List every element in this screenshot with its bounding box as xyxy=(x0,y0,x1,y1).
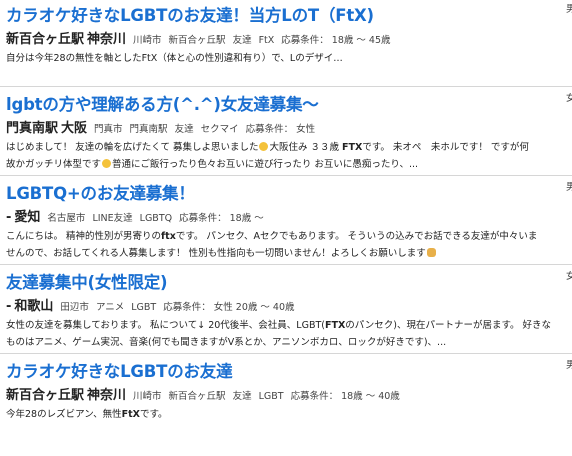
excerpt-text: です。 xyxy=(140,409,168,420)
post-card[interactable]: 友達募集中(女性限定) - 和歌山 田辺市 アニメ LGBT 応募条件： 女性 20歳 〜 … xyxy=(0,267,572,356)
post-meta: - 愛知 名古屋市 LINE友達 LGBTQ 応募条件： 18歳 〜 xyxy=(6,206,264,225)
excerpt-text: のパンセク)、現在パートナーが居ます。 好きな xyxy=(345,320,552,331)
excerpt-text: 女性の友達を募集しております。 私について↓ 20代後半、会社員、LGBT( xyxy=(6,320,325,331)
post-station: 新百合ヶ丘駅 xyxy=(6,32,85,47)
post-prefecture: 神奈川 xyxy=(87,388,127,403)
excerpt-line: ものはアニメ、ゲーム実況、音楽(何でも聞きますがV系とか、アニソンボカロ、ロック… xyxy=(6,335,572,352)
post-card[interactable]: カラオケ好きなLGBTのお友達 新百合ヶ丘駅 神奈川 川崎市 新百合ヶ丘駅 友達 LGBT 応… xyxy=(0,356,572,445)
excerpt-text: 故かガッチリ体型です xyxy=(6,158,102,170)
post-tag: 門真南駅 xyxy=(129,124,168,135)
post-meta: - 和歌山 田辺市 アニメ LGBT 応募条件： 女性 20歳 〜 40歳 xyxy=(6,295,295,314)
post-title-link[interactable]: カラオケ好きなLGBTのお友達 xyxy=(6,358,233,382)
post-station: - xyxy=(6,299,12,314)
post-meta: 新百合ヶ丘駅 神奈川 川崎市 新百合ヶ丘駅 友達 LGBT 応募条件： 18歳 〜 40歳 xyxy=(6,384,400,403)
post-tag: 友達 xyxy=(232,391,252,402)
post-station: - xyxy=(6,210,12,225)
excerpt-text: こんにちは。 精神的性別が男寄りの xyxy=(6,231,162,242)
post-title-link[interactable]: lgbtの方や理解ある方(^.^)女友達募集〜 xyxy=(6,91,319,115)
post-tag: 新百合ヶ丘駅 xyxy=(168,391,226,402)
post-tag: 応募条件： 女性 xyxy=(245,124,316,135)
post-gender-marker: 男 xyxy=(566,182,572,193)
post-tag: 応募条件： 18歳 〜 xyxy=(179,213,264,224)
post-gender-marker: 女 xyxy=(566,93,572,104)
post-tag: 名古屋市 xyxy=(47,213,86,224)
post-gender-marker: 男 xyxy=(566,360,572,371)
post-excerpt: はじめまして！ 友達の輪を広げたくて 募集しよ思いました 大阪住み ３３歳 FTX… xyxy=(6,140,572,173)
excerpt-keyword: FtX xyxy=(121,409,140,420)
post-tag: 応募条件： 18歳 〜 45歳 xyxy=(281,35,391,46)
page: { "posts": [ { "title": "カラオケ好きなLGBTのお友達… xyxy=(0,0,572,456)
post-prefecture: 神奈川 xyxy=(87,32,127,47)
excerpt-line: はじめまして！ 友達の輪を広げたくて 募集しよ思いました 大阪住み ３３歳 FTX… xyxy=(6,140,572,157)
excerpt-line: せんので、お話してくれる人募集します！ 性別も性指向も一切問いません！よろしくお… xyxy=(6,246,572,263)
excerpt-keyword: FTX xyxy=(342,142,363,153)
post-tag: 門真市 xyxy=(94,124,123,135)
post-card[interactable]: カラオケ好きなLGBTのお友達！当方LのT（FtX) 新百合ヶ丘駅 神奈川 川崎市 新百… xyxy=(0,0,572,89)
post-divider xyxy=(0,353,572,354)
excerpt-text: 自分は今年28の無性を軸としたFtX（体と心の性別違和有り）で、Lのデザイ… xyxy=(6,53,343,64)
post-tag: 新百合ヶ丘駅 xyxy=(168,35,226,46)
post-excerpt: 女性の友達を募集しております。 私について↓ 20代後半、会社員、LGBT(FT… xyxy=(6,318,572,351)
excerpt-line: 故かガッチリ体型です 普通にご飯行ったり色々お互いに遊び行ったり お互いに愚痴った… xyxy=(6,157,572,174)
post-divider xyxy=(0,264,572,265)
post-tag: 友達 xyxy=(174,124,194,135)
post-card[interactable]: lgbtの方や理解ある方(^.^)女友達募集〜 門真南駅 大阪 門真市 門真南駅 友達 セク… xyxy=(0,89,572,178)
post-tag: 応募条件： 18歳 〜 40歳 xyxy=(290,391,400,402)
excerpt-text: です。 未オペ 未ホルです！ ですが何 xyxy=(362,142,529,153)
excerpt-text: 大阪住み ３３歳 xyxy=(269,142,343,153)
post-tag: セクマイ xyxy=(200,124,239,135)
post-prefecture: 和歌山 xyxy=(14,299,54,314)
post-excerpt: 自分は今年28の無性を軸としたFtX（体と心の性別違和有り）で、Lのデザイ… xyxy=(6,51,572,68)
post-meta: 門真南駅 大阪 門真市 門真南駅 友達 セクマイ 応募条件： 女性 xyxy=(6,117,316,136)
post-divider xyxy=(0,86,572,87)
post-tag: LGBT xyxy=(258,391,284,402)
post-divider xyxy=(0,175,572,176)
excerpt-text: せんので、お話してくれる人募集します！ 性別も性指向も一切問いません！よろしくお… xyxy=(6,247,426,259)
post-station: 新百合ヶ丘駅 xyxy=(6,388,85,403)
excerpt-text: ものはアニメ、ゲーム実況、音楽(何でも聞きますがV系とか、アニソンボカロ、ロック… xyxy=(6,336,447,348)
post-prefecture: 愛知 xyxy=(14,210,41,225)
excerpt-line: 自分は今年28の無性を軸としたFtX（体と心の性別違和有り）で、Lのデザイ… xyxy=(6,51,572,68)
post-card[interactable]: LGBTQ+のお友達募集！ - 愛知 名古屋市 LINE友達 LGBTQ 応募条件： 18歳… xyxy=(0,178,572,267)
post-tag: LINE友達 xyxy=(92,213,133,224)
excerpt-text: です。 パンセク、Aセクでもあります。 そういうの込みでお話できる友達が中々いま xyxy=(175,231,538,242)
post-tag: 川崎市 xyxy=(133,35,162,46)
excerpt-text: はじめまして！ 友達の輪を広げたくて 募集しよ思いました xyxy=(6,142,259,153)
post-gender-marker: 男 xyxy=(566,4,572,15)
post-excerpt: 今年28のレズビアン、無性FtXです。 xyxy=(6,407,572,424)
excerpt-text: 今年28のレズビアン、無性 xyxy=(6,409,122,420)
excerpt-line: こんにちは。 精神的性別が男寄りのftxです。 パンセク、Aセクでもあります。 … xyxy=(6,229,572,246)
post-tag: LGBTQ xyxy=(139,213,173,224)
post-title-link[interactable]: LGBTQ+のお友達募集！ xyxy=(6,180,195,204)
excerpt-text: 普通にご飯行ったり色々お互いに遊び行ったり お互いに愚痴ったり、... xyxy=(112,158,419,170)
excerpt-keyword: ftx xyxy=(161,231,176,242)
pray-emoji-icon xyxy=(426,247,436,257)
post-tag: アニメ xyxy=(95,302,125,313)
post-tag: 友達 xyxy=(232,35,252,46)
post-tag: 川崎市 xyxy=(133,391,162,402)
post-tag: LGBT xyxy=(131,302,157,313)
post-tag: FtX xyxy=(258,35,275,46)
excerpt-line: 今年28のレズビアン、無性FtXです。 xyxy=(6,407,572,424)
post-title-link[interactable]: 友達募集中(女性限定) xyxy=(6,269,168,293)
post-tag: 田辺市 xyxy=(60,302,89,313)
post-station: 門真南駅 xyxy=(6,121,59,136)
post-title-link[interactable]: カラオケ好きなLGBTのお友達！当方LのT（FtX) xyxy=(6,2,374,26)
post-tag: 応募条件： 女性 20歳 〜 40歳 xyxy=(163,302,295,313)
excerpt-keyword: FTX xyxy=(324,320,346,331)
smile-emoji-icon xyxy=(259,142,269,151)
post-excerpt: こんにちは。 精神的性別が男寄りのftxです。 パンセク、Aセクでもあります。 … xyxy=(6,229,572,262)
post-meta: 新百合ヶ丘駅 神奈川 川崎市 新百合ヶ丘駅 友達 FtX 応募条件： 18歳 〜 45歳 xyxy=(6,28,391,47)
post-gender-marker: 女 xyxy=(566,271,572,282)
excerpt-line: 女性の友達を募集しております。 私について↓ 20代後半、会社員、LGBT(FT… xyxy=(6,318,572,335)
smile-emoji-icon xyxy=(102,158,112,168)
post-prefecture: 大阪 xyxy=(61,121,88,136)
